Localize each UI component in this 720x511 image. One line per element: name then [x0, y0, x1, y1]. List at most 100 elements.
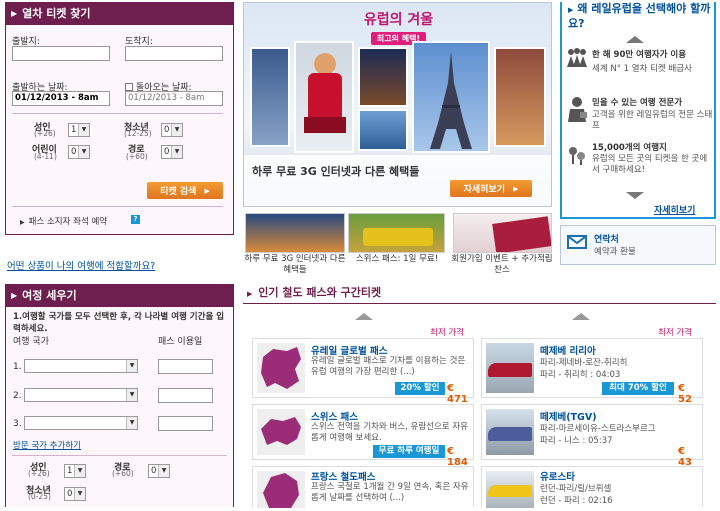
- country-select-1[interactable]: ▼: [24, 359, 138, 373]
- chevron-down-icon: ▼: [78, 146, 89, 158]
- pass-2-title: 스위스 패스: [311, 412, 359, 423]
- hero-banner[interactable]: 유럽의 겨울 최고의 혜택! 하루 무료 3G 인터넷과 다른 혜택들 자세히보…: [243, 2, 552, 207]
- hero-image-lake: [358, 109, 408, 151]
- scroll-up-icon[interactable]: [626, 36, 644, 43]
- chevron-down-icon: ▼: [78, 124, 89, 136]
- days-input-1[interactable]: [158, 359, 213, 374]
- europe-map-icon: [257, 343, 305, 393]
- days-label: 패스 이용일: [158, 337, 203, 347]
- promo-thumb-3[interactable]: [453, 213, 552, 253]
- chevron-down-icon: ▼: [74, 488, 85, 500]
- chevron-down-icon: ▼: [126, 360, 137, 372]
- scroll-down-icon[interactable]: [626, 192, 644, 199]
- days-input-3[interactable]: [158, 416, 213, 431]
- promo-caption-2[interactable]: 스위스 패스: 1일 무료!: [346, 254, 448, 265]
- help-icon[interactable]: ?: [131, 215, 140, 224]
- expert-icon: [566, 96, 588, 122]
- route-1-title: 떼제베 리리아: [540, 346, 596, 357]
- why-item-3-body: 유럽의 모든 곳의 티켓을 한 곳에서 구매하세요!: [592, 154, 708, 175]
- hero-more-button[interactable]: 자세히보기 ▶: [450, 180, 532, 197]
- pass-card-1[interactable]: 유레일 글로벌 패스 유레일 글로벌 패스로 기차를 이용하는 것은 유럽 여행…: [252, 338, 474, 405]
- promo-caption-3[interactable]: 회원가입 이벤트 + 추가적립 찬스: [450, 254, 554, 276]
- route-card-2[interactable]: 떼제베(TGV) 파리-마르세이유-스트라스부르그 파리 - 니스 : 05:3…: [481, 404, 703, 468]
- chevron-down-icon: ▼: [126, 417, 137, 429]
- train-eurostar-image: [486, 471, 534, 508]
- train-search-panel: 출발지: 도착지: 출발하는 날짜: 돌아오는 날짜: 01/12/2013 -…: [5, 24, 234, 235]
- chevron-down-icon: ▼: [74, 465, 85, 477]
- why-panel: ▶ 왜 레일유럽을 선택해야 할까요? 한 해 90만 여행자가 이용 세계 N°…: [560, 2, 716, 219]
- trip-youth-age: (0-25): [28, 492, 51, 501]
- arrow-right-icon: ▶: [513, 184, 519, 193]
- arrow-icon: ▶: [11, 8, 18, 18]
- passes-price-label: 최저 가격: [430, 328, 464, 338]
- trip-adult-select[interactable]: 1 ▼: [64, 464, 86, 478]
- pass-card-3[interactable]: 프랑스 철도패스 프랑스 국철로 1개월 간 9일 연속, 혹은 자유롭게 날짜…: [252, 466, 474, 508]
- depart-date-input[interactable]: 01/12/2013 - 8am: [12, 91, 110, 106]
- people-icon: [566, 47, 588, 69]
- chevron-down-icon: ▼: [171, 146, 182, 158]
- to-input[interactable]: [125, 46, 223, 61]
- route-3-desc1: 런던-파리/릴/브뤼셀: [540, 484, 612, 494]
- promo-caption-1[interactable]: 하루 무료 3G 인터넷과 다른 혜택들: [243, 254, 347, 276]
- why-title-text: 왜 레일유럽을 선택해야 할까요?: [568, 2, 711, 30]
- train-lyria-image: [486, 343, 534, 393]
- youth-select[interactable]: 0 ▼: [161, 123, 183, 137]
- routes-price-label: 최저 가격: [658, 328, 692, 338]
- route-1-desc2: 파리 - 취리히 : 04:03: [540, 370, 621, 380]
- arrow-icon: ▶: [20, 219, 25, 226]
- trip-youth-select[interactable]: 0 ▼: [64, 487, 86, 501]
- hero-image-market: [358, 47, 408, 107]
- route-3-title: 유로스타: [540, 472, 575, 483]
- contact-body: 예약과 환불: [594, 247, 636, 257]
- chevron-down-icon: ▼: [158, 465, 169, 477]
- route-1-price: € 52: [678, 383, 692, 405]
- why-item-1-head: 한 해 90만 여행자가 이용: [592, 50, 687, 60]
- pass-2-badge: 무료 하루 여행일: [373, 445, 445, 458]
- chevron-down-icon: ▼: [171, 124, 182, 136]
- chevron-down-icon: ▼: [126, 389, 137, 401]
- trip-senior-select[interactable]: 0 ▼: [148, 464, 170, 478]
- promo-thumb-1[interactable]: [245, 213, 345, 253]
- passes-scroll-up-icon[interactable]: [355, 313, 373, 320]
- from-input[interactable]: [12, 46, 110, 61]
- arrow-icon: ▶: [247, 290, 253, 298]
- child-value: 0: [71, 147, 77, 157]
- fit-product-link[interactable]: 어떤 상품이 나의 여행에 적합할까요?: [7, 258, 155, 272]
- return-date-input[interactable]: 01/12/2013 - 8am: [125, 91, 223, 106]
- pass-holder-text: 패스 소지자 좌석 예약: [28, 217, 108, 227]
- pass-3-desc: 프랑스 국철로 1개월 간 9일 연속, 혹은 자유롭게 날짜를 선택하여 (.…: [311, 482, 469, 503]
- routes-scroll-up-icon[interactable]: [572, 313, 590, 320]
- adult-value: 1: [71, 125, 77, 135]
- youth-age: (12-25): [124, 129, 152, 138]
- add-country-link[interactable]: 방문 국가 추가하기: [13, 439, 81, 451]
- why-more-link[interactable]: 자세히보기: [654, 203, 695, 216]
- senior-select[interactable]: 0 ▼: [161, 145, 183, 159]
- country-select-3[interactable]: ▼: [24, 416, 138, 430]
- route-card-1[interactable]: 떼제베 리리아 파리-제네바-로잔-취리히 파리 - 취리히 : 04:03 최…: [481, 338, 703, 405]
- ticket-search-button[interactable]: 티켓 검색 ▶: [147, 182, 223, 199]
- promo-thumb-2[interactable]: [348, 213, 445, 253]
- contact-box[interactable]: 연락처 예약과 환불: [560, 225, 716, 265]
- train-search-title: 열차 티켓 찾기: [22, 7, 91, 20]
- pass-3-title: 프랑스 철도패스: [311, 472, 376, 483]
- row-2-label: 2.: [13, 391, 22, 401]
- country-select-2[interactable]: ▼: [24, 388, 138, 402]
- hero-image-woman: [294, 41, 354, 153]
- pass-card-2[interactable]: 스위스 패스 스위스 전역을 기차와 버스, 유람선으로 자유롭게 여행해 보세…: [252, 404, 474, 468]
- hero-title: 유럽의 겨울: [363, 12, 434, 28]
- days-input-2[interactable]: [158, 388, 213, 403]
- hero-image-right: [494, 47, 546, 147]
- return-checkbox[interactable]: [125, 83, 133, 91]
- why-title: ▶ 왜 레일유럽을 선택해야 할까요?: [568, 2, 714, 30]
- country-label: 여행 국가: [13, 337, 49, 347]
- adult-select[interactable]: 1 ▼: [68, 123, 90, 137]
- child-select[interactable]: 0 ▼: [68, 145, 90, 159]
- train-search-header: ▶ 열차 티켓 찾기: [5, 2, 234, 24]
- pass-1-desc: 유레일 글로벌 패스로 기차를 이용하는 것은 유럽 여행의 가장 편리한 (.…: [311, 356, 466, 377]
- route-card-3[interactable]: 유로스타 런던-파리/릴/브뤼셀 런던 - 파리 : 02:16: [481, 466, 703, 508]
- pass-holder-link[interactable]: ▶ 패스 소지자 좌석 예약: [20, 215, 107, 227]
- popular-title: 인기 철도 패스와 구간티켓: [258, 286, 382, 299]
- senior-age: (+60): [126, 152, 148, 161]
- route-2-desc2: 파리 - 니스 : 05:37: [540, 436, 613, 446]
- mail-icon: [567, 235, 587, 249]
